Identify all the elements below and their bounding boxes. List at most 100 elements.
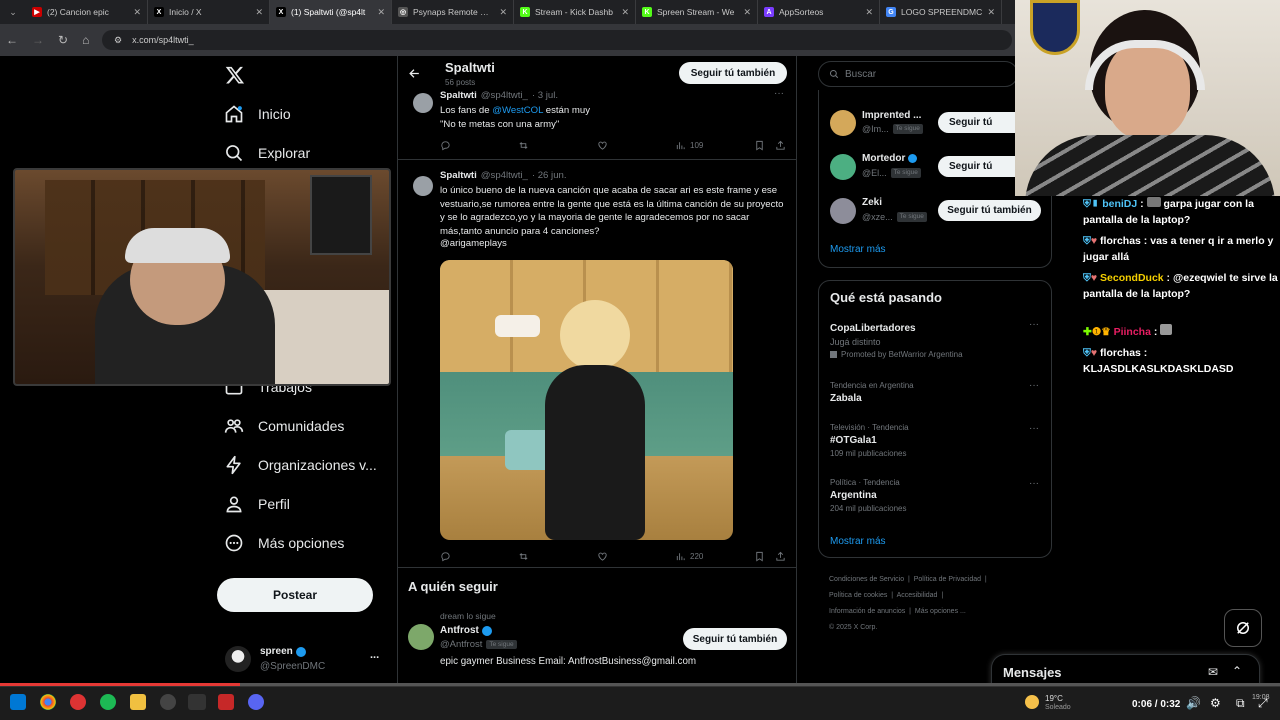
start-icon[interactable]: [10, 694, 26, 710]
post-button[interactable]: Postear: [217, 578, 373, 612]
home-browser-icon[interactable]: ⌂: [82, 33, 89, 47]
suggested-name[interactable]: Antfrost: [440, 625, 479, 636]
browser-tab[interactable]: ◎ Psynaps Remote Con ✕: [392, 0, 514, 24]
tab-close-icon[interactable]: ✕: [621, 7, 629, 18]
footer-link[interactable]: Condiciones de Servicio: [829, 576, 904, 583]
nav-item-organizaciones[interactable]: Organizaciones v...: [224, 455, 377, 475]
trend-item[interactable]: Tendencia en Argentina Zabala: [830, 381, 914, 404]
tweet-author[interactable]: Spaltwti: [440, 90, 477, 101]
tab-close-icon[interactable]: ✕: [987, 7, 995, 18]
trend-more-icon[interactable]: ···: [1029, 423, 1039, 434]
forward-icon[interactable]: →: [32, 33, 44, 47]
browser-tab[interactable]: X Inicio / X ✕: [148, 0, 270, 24]
trend-item[interactable]: Política · Tendencia Argentina 204 mil p…: [830, 478, 907, 513]
repost-icon[interactable]: [518, 140, 529, 151]
suggested-name[interactable]: Zeki: [862, 197, 882, 208]
app-icon[interactable]: [188, 694, 206, 710]
bookmark-icon[interactable]: [754, 140, 765, 151]
discord-icon[interactable]: [248, 694, 264, 710]
tab-close-icon[interactable]: ✕: [743, 7, 751, 18]
obs-icon[interactable]: [70, 694, 86, 710]
tab-close-icon[interactable]: ✕: [499, 7, 507, 18]
share-icon[interactable]: [775, 140, 786, 151]
app-icon[interactable]: [218, 694, 234, 710]
nav-item-mas-opciones[interactable]: Más opciones: [224, 533, 344, 553]
tab-search-icon[interactable]: ⌄: [0, 0, 26, 24]
follow-button[interactable]: Seguir tú también: [683, 628, 787, 650]
chat-user[interactable]: beniDJ: [1102, 198, 1137, 210]
back-arrow-icon[interactable]: [408, 67, 421, 80]
views-counter[interactable]: 220: [675, 551, 703, 562]
reply-icon[interactable]: [440, 551, 451, 562]
follow-button[interactable]: Seguir tú también: [938, 200, 1041, 221]
tab-close-icon[interactable]: ✕: [865, 7, 873, 18]
suggested-name[interactable]: Imprented ...: [862, 110, 921, 121]
grok-button[interactable]: [1224, 609, 1262, 647]
url-field[interactable]: ⚙ x.com/sp4ltwti_: [102, 30, 1012, 50]
like-icon[interactable]: [597, 551, 608, 562]
app-icon[interactable]: [160, 694, 176, 710]
reload-icon[interactable]: ↻: [58, 33, 68, 47]
nav-item-comunidades[interactable]: Comunidades: [224, 416, 344, 436]
tweet-more-icon[interactable]: ···: [774, 88, 784, 99]
like-icon[interactable]: [597, 140, 608, 151]
trend-more-icon[interactable]: ···: [1029, 319, 1039, 330]
site-info-icon[interactable]: ⚙: [114, 35, 122, 46]
settings-icon[interactable]: ⚙: [1210, 696, 1221, 710]
suggested-handle[interactable]: @Antfrost: [440, 639, 482, 650]
browser-tab[interactable]: ▶ (2) Cancion epic ✕: [26, 0, 148, 24]
trend-item[interactable]: CopaLibertadores Jugá distinto Promoted …: [830, 323, 1045, 359]
trend-more-icon[interactable]: ···: [1029, 380, 1039, 391]
account-more-icon[interactable]: ...: [370, 649, 379, 661]
spotify-icon[interactable]: [100, 694, 116, 710]
volume-icon[interactable]: 🔊: [1186, 696, 1201, 710]
new-message-icon[interactable]: ✉: [1208, 665, 1218, 679]
account-switcher[interactable]: spreen @SpreenDMC ...: [223, 643, 383, 677]
footer-link[interactable]: Información de anuncios: [829, 608, 905, 615]
tweet-mention[interactable]: @WestCOL: [492, 105, 543, 116]
tweet-media-image[interactable]: [440, 260, 733, 540]
chat-user[interactable]: florchas: [1100, 347, 1141, 359]
tab-close-icon[interactable]: ✕: [133, 7, 141, 18]
views-counter[interactable]: 109: [675, 140, 703, 151]
trends-show-more-link[interactable]: Mostrar más: [830, 536, 886, 547]
browser-tab[interactable]: K Spreen Stream - We ✕: [636, 0, 758, 24]
suggested-name[interactable]: Mortedor: [862, 153, 905, 164]
tweet-1[interactable]: Spaltwti @sp4ltwti_ · 3 jul. ··· Los fan…: [398, 88, 796, 160]
repost-icon[interactable]: [518, 551, 529, 562]
expand-icon[interactable]: ⌃: [1232, 664, 1242, 678]
footer-link[interactable]: Política de cookies: [829, 592, 887, 599]
tweet-author[interactable]: Spaltwti: [440, 170, 477, 181]
follow-button[interactable]: Seguir tú también: [679, 62, 787, 84]
nav-item-inicio[interactable]: Inicio: [224, 104, 291, 124]
tweet-handle[interactable]: @sp4ltwti_: [481, 90, 528, 101]
trend-item[interactable]: Televisión · Tendencia #OTGala1 109 mil …: [830, 423, 909, 458]
search-box[interactable]: Buscar: [818, 61, 1018, 87]
footer-link[interactable]: Política de Privacidad: [914, 576, 981, 583]
tab-close-icon[interactable]: ✕: [377, 7, 385, 18]
bookmark-icon[interactable]: [754, 551, 765, 562]
footer-link[interactable]: Accesibilidad: [897, 592, 938, 599]
tweet-date[interactable]: · 26 jun.: [532, 170, 567, 181]
browser-tab[interactable]: X (1) Spaltwti (@sp4lt ✕: [270, 0, 392, 24]
folder-icon[interactable]: [130, 694, 146, 710]
x-logo-icon[interactable]: [225, 65, 245, 85]
reply-icon[interactable]: [440, 140, 451, 151]
suggested-handle[interactable]: @xze...: [862, 212, 893, 222]
suggested-handle[interactable]: @Im...: [862, 124, 889, 134]
browser-tab[interactable]: G LOGO SPREENDMC ✕: [880, 0, 1002, 24]
suggested-handle[interactable]: @El...: [862, 168, 887, 178]
footer-link[interactable]: Más opciones ...: [915, 608, 966, 615]
show-more-link[interactable]: Mostrar más: [830, 244, 886, 255]
trend-more-icon[interactable]: ···: [1029, 478, 1039, 489]
tweet-date[interactable]: · 3 jul.: [532, 90, 558, 101]
chat-user[interactable]: SecondDuck: [1100, 272, 1164, 284]
browser-tab[interactable]: A AppSorteos ✕: [758, 0, 880, 24]
chat-user[interactable]: florchas: [1100, 235, 1141, 247]
share-icon[interactable]: [775, 551, 786, 562]
tweet-2[interactable]: Spaltwti @sp4ltwti_ · 26 jun. lo único b…: [398, 166, 796, 568]
back-icon[interactable]: ←: [6, 33, 18, 47]
miniplayer-icon[interactable]: ⧉: [1236, 696, 1245, 711]
tab-close-icon[interactable]: ✕: [255, 7, 263, 18]
browser-tab[interactable]: K Stream - Kick Dashb ✕: [514, 0, 636, 24]
